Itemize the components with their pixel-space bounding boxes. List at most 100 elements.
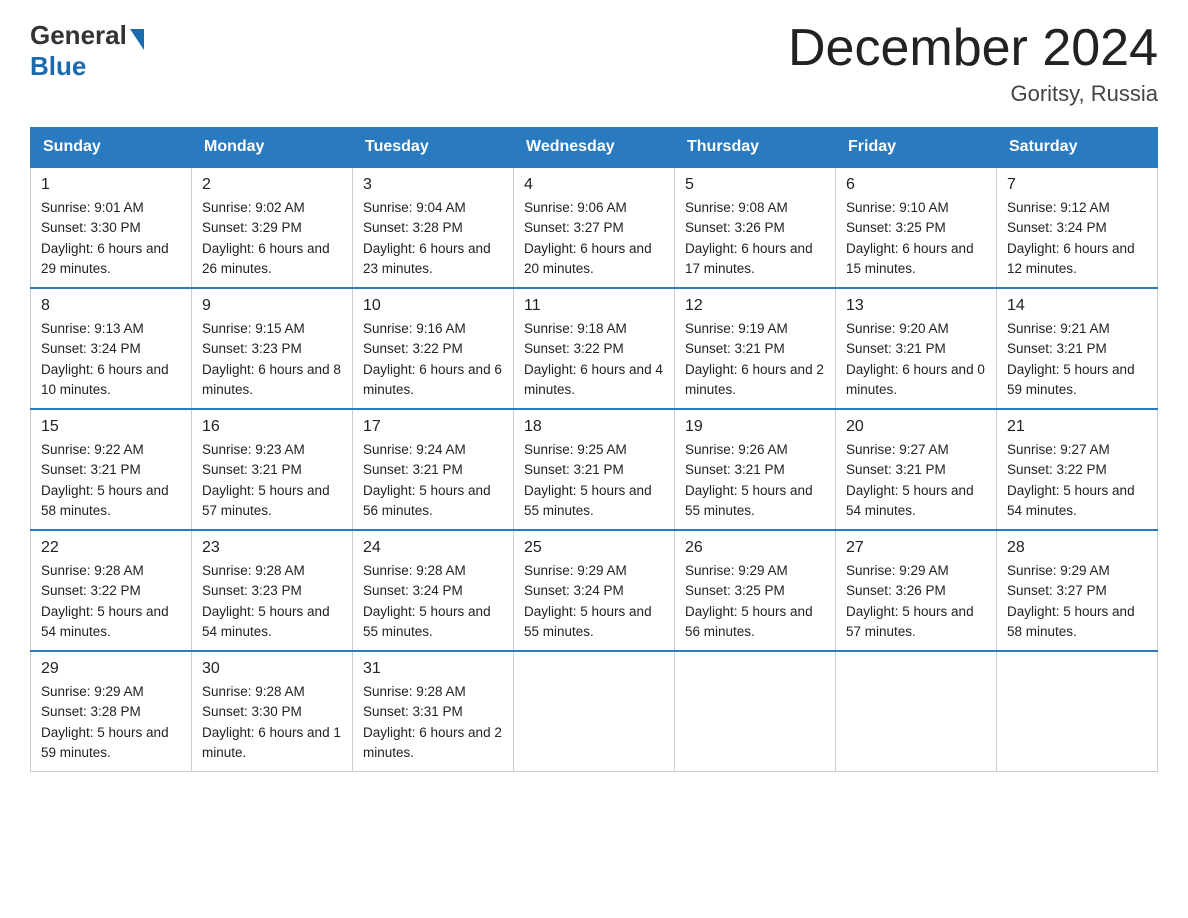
day-number: 4: [524, 176, 664, 194]
calendar-week-4: 22 Sunrise: 9:28 AMSunset: 3:22 PMDaylig…: [31, 530, 1158, 651]
day-number: 15: [41, 418, 181, 436]
calendar-cell: 20 Sunrise: 9:27 AMSunset: 3:21 PMDaylig…: [836, 409, 997, 530]
col-header-tuesday: Tuesday: [353, 128, 514, 168]
day-info: Sunrise: 9:28 AMSunset: 3:24 PMDaylight:…: [363, 563, 491, 639]
logo: General Blue: [30, 20, 146, 82]
calendar-cell: 21 Sunrise: 9:27 AMSunset: 3:22 PMDaylig…: [997, 409, 1158, 530]
calendar-header-row: Sunday Monday Tuesday Wednesday Thursday…: [31, 128, 1158, 168]
title-block: December 2024 Goritsy, Russia: [788, 20, 1158, 107]
day-number: 14: [1007, 297, 1147, 315]
day-info: Sunrise: 9:04 AMSunset: 3:28 PMDaylight:…: [363, 200, 491, 276]
calendar-cell: 1 Sunrise: 9:01 AMSunset: 3:30 PMDayligh…: [31, 167, 192, 288]
col-header-monday: Monday: [192, 128, 353, 168]
day-info: Sunrise: 9:06 AMSunset: 3:27 PMDaylight:…: [524, 200, 652, 276]
calendar-cell: 5 Sunrise: 9:08 AMSunset: 3:26 PMDayligh…: [675, 167, 836, 288]
day-info: Sunrise: 9:01 AMSunset: 3:30 PMDaylight:…: [41, 200, 169, 276]
calendar-week-2: 8 Sunrise: 9:13 AMSunset: 3:24 PMDayligh…: [31, 288, 1158, 409]
calendar-cell: 16 Sunrise: 9:23 AMSunset: 3:21 PMDaylig…: [192, 409, 353, 530]
calendar-cell: [997, 651, 1158, 772]
day-number: 3: [363, 176, 503, 194]
calendar-cell: [514, 651, 675, 772]
day-info: Sunrise: 9:29 AMSunset: 3:26 PMDaylight:…: [846, 563, 974, 639]
calendar-cell: 22 Sunrise: 9:28 AMSunset: 3:22 PMDaylig…: [31, 530, 192, 651]
day-info: Sunrise: 9:19 AMSunset: 3:21 PMDaylight:…: [685, 321, 824, 397]
day-number: 26: [685, 539, 825, 557]
calendar-cell: 9 Sunrise: 9:15 AMSunset: 3:23 PMDayligh…: [192, 288, 353, 409]
day-number: 8: [41, 297, 181, 315]
page-header: General Blue December 2024 Goritsy, Russ…: [30, 20, 1158, 107]
day-info: Sunrise: 9:02 AMSunset: 3:29 PMDaylight:…: [202, 200, 330, 276]
day-number: 31: [363, 660, 503, 678]
day-info: Sunrise: 9:13 AMSunset: 3:24 PMDaylight:…: [41, 321, 169, 397]
col-header-thursday: Thursday: [675, 128, 836, 168]
day-info: Sunrise: 9:28 AMSunset: 3:30 PMDaylight:…: [202, 684, 341, 760]
calendar-cell: 8 Sunrise: 9:13 AMSunset: 3:24 PMDayligh…: [31, 288, 192, 409]
day-info: Sunrise: 9:21 AMSunset: 3:21 PMDaylight:…: [1007, 321, 1135, 397]
calendar-cell: 27 Sunrise: 9:29 AMSunset: 3:26 PMDaylig…: [836, 530, 997, 651]
calendar-cell: [836, 651, 997, 772]
calendar-week-1: 1 Sunrise: 9:01 AMSunset: 3:30 PMDayligh…: [31, 167, 1158, 288]
day-number: 21: [1007, 418, 1147, 436]
day-info: Sunrise: 9:26 AMSunset: 3:21 PMDaylight:…: [685, 442, 813, 518]
day-info: Sunrise: 9:27 AMSunset: 3:21 PMDaylight:…: [846, 442, 974, 518]
calendar-cell: 26 Sunrise: 9:29 AMSunset: 3:25 PMDaylig…: [675, 530, 836, 651]
calendar-cell: 2 Sunrise: 9:02 AMSunset: 3:29 PMDayligh…: [192, 167, 353, 288]
calendar-cell: 23 Sunrise: 9:28 AMSunset: 3:23 PMDaylig…: [192, 530, 353, 651]
calendar-cell: 30 Sunrise: 9:28 AMSunset: 3:30 PMDaylig…: [192, 651, 353, 772]
day-number: 28: [1007, 539, 1147, 557]
day-number: 10: [363, 297, 503, 315]
calendar-cell: 3 Sunrise: 9:04 AMSunset: 3:28 PMDayligh…: [353, 167, 514, 288]
day-number: 16: [202, 418, 342, 436]
col-header-wednesday: Wednesday: [514, 128, 675, 168]
day-number: 23: [202, 539, 342, 557]
calendar-cell: 7 Sunrise: 9:12 AMSunset: 3:24 PMDayligh…: [997, 167, 1158, 288]
day-info: Sunrise: 9:27 AMSunset: 3:22 PMDaylight:…: [1007, 442, 1135, 518]
calendar-cell: 4 Sunrise: 9:06 AMSunset: 3:27 PMDayligh…: [514, 167, 675, 288]
calendar-cell: 29 Sunrise: 9:29 AMSunset: 3:28 PMDaylig…: [31, 651, 192, 772]
day-number: 1: [41, 176, 181, 194]
day-number: 22: [41, 539, 181, 557]
day-info: Sunrise: 9:28 AMSunset: 3:31 PMDaylight:…: [363, 684, 502, 760]
calendar-cell: 12 Sunrise: 9:19 AMSunset: 3:21 PMDaylig…: [675, 288, 836, 409]
col-header-sunday: Sunday: [31, 128, 192, 168]
day-info: Sunrise: 9:24 AMSunset: 3:21 PMDaylight:…: [363, 442, 491, 518]
day-number: 12: [685, 297, 825, 315]
day-info: Sunrise: 9:12 AMSunset: 3:24 PMDaylight:…: [1007, 200, 1135, 276]
day-info: Sunrise: 9:15 AMSunset: 3:23 PMDaylight:…: [202, 321, 341, 397]
calendar-cell: 17 Sunrise: 9:24 AMSunset: 3:21 PMDaylig…: [353, 409, 514, 530]
calendar-cell: 31 Sunrise: 9:28 AMSunset: 3:31 PMDaylig…: [353, 651, 514, 772]
day-info: Sunrise: 9:16 AMSunset: 3:22 PMDaylight:…: [363, 321, 502, 397]
col-header-friday: Friday: [836, 128, 997, 168]
calendar-cell: 19 Sunrise: 9:26 AMSunset: 3:21 PMDaylig…: [675, 409, 836, 530]
calendar-cell: 14 Sunrise: 9:21 AMSunset: 3:21 PMDaylig…: [997, 288, 1158, 409]
day-info: Sunrise: 9:18 AMSunset: 3:22 PMDaylight:…: [524, 321, 663, 397]
day-number: 25: [524, 539, 664, 557]
day-info: Sunrise: 9:29 AMSunset: 3:27 PMDaylight:…: [1007, 563, 1135, 639]
day-number: 18: [524, 418, 664, 436]
col-header-saturday: Saturday: [997, 128, 1158, 168]
day-info: Sunrise: 9:29 AMSunset: 3:24 PMDaylight:…: [524, 563, 652, 639]
day-info: Sunrise: 9:25 AMSunset: 3:21 PMDaylight:…: [524, 442, 652, 518]
day-number: 19: [685, 418, 825, 436]
day-number: 11: [524, 297, 664, 315]
calendar-cell: 18 Sunrise: 9:25 AMSunset: 3:21 PMDaylig…: [514, 409, 675, 530]
day-number: 29: [41, 660, 181, 678]
calendar-week-5: 29 Sunrise: 9:29 AMSunset: 3:28 PMDaylig…: [31, 651, 1158, 772]
day-info: Sunrise: 9:29 AMSunset: 3:25 PMDaylight:…: [685, 563, 813, 639]
day-number: 9: [202, 297, 342, 315]
day-number: 13: [846, 297, 986, 315]
day-info: Sunrise: 9:28 AMSunset: 3:22 PMDaylight:…: [41, 563, 169, 639]
calendar-cell: [675, 651, 836, 772]
calendar-table: Sunday Monday Tuesday Wednesday Thursday…: [30, 127, 1158, 772]
calendar-cell: 25 Sunrise: 9:29 AMSunset: 3:24 PMDaylig…: [514, 530, 675, 651]
month-title: December 2024: [788, 20, 1158, 77]
day-info: Sunrise: 9:29 AMSunset: 3:28 PMDaylight:…: [41, 684, 169, 760]
day-info: Sunrise: 9:10 AMSunset: 3:25 PMDaylight:…: [846, 200, 974, 276]
day-number: 27: [846, 539, 986, 557]
calendar-cell: 28 Sunrise: 9:29 AMSunset: 3:27 PMDaylig…: [997, 530, 1158, 651]
calendar-cell: 6 Sunrise: 9:10 AMSunset: 3:25 PMDayligh…: [836, 167, 997, 288]
day-number: 20: [846, 418, 986, 436]
day-info: Sunrise: 9:20 AMSunset: 3:21 PMDaylight:…: [846, 321, 985, 397]
day-info: Sunrise: 9:08 AMSunset: 3:26 PMDaylight:…: [685, 200, 813, 276]
calendar-cell: 13 Sunrise: 9:20 AMSunset: 3:21 PMDaylig…: [836, 288, 997, 409]
